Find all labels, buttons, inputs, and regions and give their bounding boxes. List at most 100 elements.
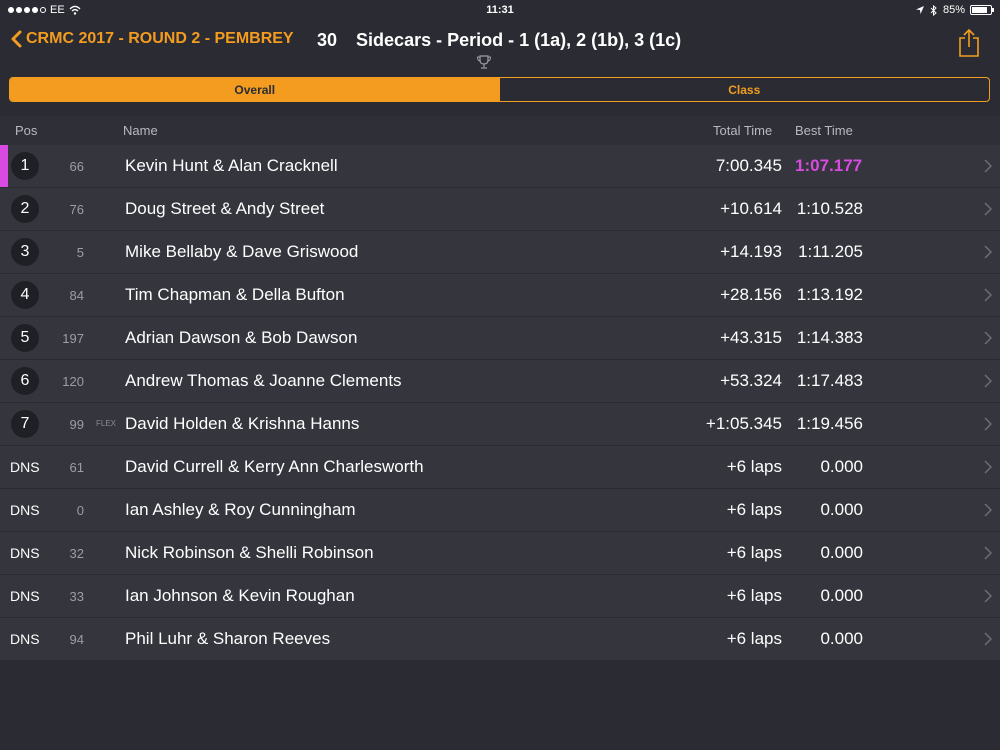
chevron-right-icon bbox=[984, 546, 992, 560]
chevron-right-icon bbox=[984, 589, 992, 603]
chevron-right-icon bbox=[984, 159, 992, 173]
column-name: Name bbox=[123, 123, 158, 138]
position-badge: 7 bbox=[11, 410, 39, 438]
chevron-left-icon bbox=[11, 30, 22, 48]
best-time: 1:07.177 bbox=[795, 156, 863, 175]
rider-names: Nick Robinson & Shelli Robinson bbox=[125, 543, 374, 562]
navigation-bar: CRMC 2017 - ROUND 2 - PEMBREY 30 Sidecar… bbox=[0, 22, 1000, 70]
position-badge: 2 bbox=[11, 195, 39, 223]
bib-number: 84 bbox=[69, 288, 84, 303]
position-badge: DNS bbox=[10, 502, 40, 518]
bib-number: 120 bbox=[62, 374, 84, 389]
race-number: 30 bbox=[317, 30, 338, 50]
bib-number: 76 bbox=[69, 202, 84, 217]
best-time: 1:10.528 bbox=[796, 199, 863, 218]
position-badge: DNS bbox=[10, 588, 40, 604]
chevron-right-icon bbox=[984, 374, 992, 388]
column-total-time: Total Time bbox=[713, 123, 773, 138]
table-row[interactable]: DNS 0 Ian Ashley & Roy Cunningham +6 laps 0.… bbox=[0, 489, 1000, 532]
chevron-right-icon bbox=[984, 632, 992, 646]
bib-number: 0 bbox=[76, 503, 84, 518]
rider-names: Phil Luhr & Sharon Reeves bbox=[125, 629, 331, 648]
position-badge: DNS bbox=[10, 459, 40, 475]
rider-names: Ian Johnson & Kevin Roughan bbox=[125, 586, 355, 605]
bib-number: 99 bbox=[69, 417, 84, 432]
table-row[interactable]: DNS 61 David Currell & Kerry Ann Charleswo… bbox=[0, 446, 1000, 489]
chevron-right-icon bbox=[984, 331, 992, 345]
location-icon bbox=[915, 6, 924, 14]
bib-number: 61 bbox=[69, 460, 84, 475]
position-badge: 3 bbox=[11, 238, 39, 266]
battery-percent: 85% bbox=[942, 4, 965, 16]
status-bar: EE 11:31 85% bbox=[0, 0, 1000, 20]
status-right: 85% bbox=[915, 4, 994, 16]
best-time: 0.000 bbox=[820, 457, 863, 476]
total-time: +28.156 bbox=[720, 285, 782, 304]
results-table-header: Pos Name Total Time Best Time bbox=[0, 116, 1000, 145]
share-icon[interactable] bbox=[958, 28, 980, 58]
battery-icon bbox=[970, 5, 994, 15]
back-button[interactable]: CRMC 2017 - ROUND 2 - PEMBREY bbox=[10, 30, 294, 48]
status-time: 11:31 bbox=[486, 4, 514, 16]
rider-names: Ian Ashley & Roy Cunningham bbox=[125, 500, 356, 519]
rider-names: David Currell & Kerry Ann Charlesworth bbox=[125, 457, 424, 476]
bib-number: 32 bbox=[69, 546, 84, 561]
page-title: 30 Sidecars - Period - 1 (1a), 2 (1b), 3… bbox=[317, 30, 681, 51]
rider-names: Doug Street & Andy Street bbox=[125, 199, 325, 218]
results-table: 1 66 Kevin Hunt & Alan Cracknell 7:00.345 1:… bbox=[0, 145, 1000, 661]
total-time: +6 laps bbox=[726, 543, 782, 562]
total-time: +43.315 bbox=[720, 328, 782, 347]
total-time: +1:05.345 bbox=[705, 414, 782, 433]
best-time: 1:11.205 bbox=[798, 242, 863, 261]
fastest-lap-marker bbox=[0, 145, 8, 187]
total-time: +6 laps bbox=[726, 500, 782, 519]
best-time: 0.000 bbox=[820, 500, 863, 519]
total-time: 7:00.345 bbox=[715, 156, 782, 175]
rider-names: Andrew Thomas & Joanne Clements bbox=[125, 371, 402, 390]
total-time: +10.614 bbox=[720, 199, 782, 218]
total-time: +6 laps bbox=[726, 629, 782, 648]
table-row[interactable]: DNS 33 Ian Johnson & Kevin Roughan +6 laps 0… bbox=[0, 575, 1000, 618]
view-segmented-control: Overall Class bbox=[9, 77, 990, 102]
total-time: +6 laps bbox=[726, 457, 782, 476]
bib-number: 33 bbox=[69, 589, 84, 604]
chevron-right-icon bbox=[984, 417, 992, 431]
best-time: 1:13.192 bbox=[796, 285, 863, 304]
position-badge: 4 bbox=[11, 281, 39, 309]
table-row[interactable]: DNS 94 Phil Luhr & Sharon Reeves +6 laps 0.0… bbox=[0, 618, 1000, 661]
results-screen: EE 11:31 85% CRMC 2017 - ROUND 2 - PEMBR… bbox=[0, 0, 1000, 750]
rider-names: Mike Bellaby & Dave Griswood bbox=[125, 242, 359, 261]
position-badge: 1 bbox=[11, 152, 39, 180]
best-time: 1:17.483 bbox=[796, 371, 863, 390]
race-title: Sidecars - Period - 1 (1a), 2 (1b), 3 (1… bbox=[356, 30, 682, 50]
back-label: CRMC 2017 - ROUND 2 - PEMBREY bbox=[26, 30, 294, 47]
table-row[interactable]: 4 84 Tim Chapman & Della Bufton +28.156 1:13… bbox=[0, 274, 1000, 317]
table-row[interactable]: DNS 32 Nick Robinson & Shelli Robinson +6 l… bbox=[0, 532, 1000, 575]
position-badge: 6 bbox=[11, 367, 39, 395]
total-time: +14.193 bbox=[720, 242, 782, 261]
bib-number: 66 bbox=[69, 159, 84, 174]
best-time: 0.000 bbox=[820, 586, 863, 605]
chevron-right-icon bbox=[984, 288, 992, 302]
segment-overall[interactable]: Overall bbox=[10, 78, 500, 101]
bib-number: 94 bbox=[69, 632, 84, 647]
rider-names: David Holden & Krishna Hanns bbox=[125, 414, 360, 433]
table-row[interactable]: 5 197 Adrian Dawson & Bob Dawson +43.315 1:1… bbox=[0, 317, 1000, 360]
battery-level bbox=[972, 7, 988, 13]
position-badge: DNS bbox=[10, 631, 40, 647]
trophy-icon[interactable] bbox=[476, 54, 492, 70]
table-row[interactable]: 2 76 Doug Street & Andy Street +10.614 1:10.… bbox=[0, 188, 1000, 231]
chevron-right-icon bbox=[984, 460, 992, 474]
segment-class[interactable]: Class bbox=[500, 78, 990, 101]
column-pos: Pos bbox=[15, 123, 38, 138]
total-time: +6 laps bbox=[726, 586, 782, 605]
chevron-right-icon bbox=[984, 202, 992, 216]
position-badge: 5 bbox=[11, 324, 39, 352]
table-row[interactable]: 7 99 FLEX David Holden & Krishna Hanns +1:05… bbox=[0, 403, 1000, 446]
total-time: +53.324 bbox=[720, 371, 782, 390]
table-row[interactable]: 6 120 Andrew Thomas & Joanne Clements +53.3… bbox=[0, 360, 1000, 403]
rider-names: Tim Chapman & Della Bufton bbox=[125, 285, 345, 304]
bib-number: 5 bbox=[76, 245, 84, 260]
table-row[interactable]: 3 5 Mike Bellaby & Dave Griswood +14.193 1:1… bbox=[0, 231, 1000, 274]
table-row[interactable]: 1 66 Kevin Hunt & Alan Cracknell 7:00.345 1:… bbox=[0, 145, 1000, 188]
